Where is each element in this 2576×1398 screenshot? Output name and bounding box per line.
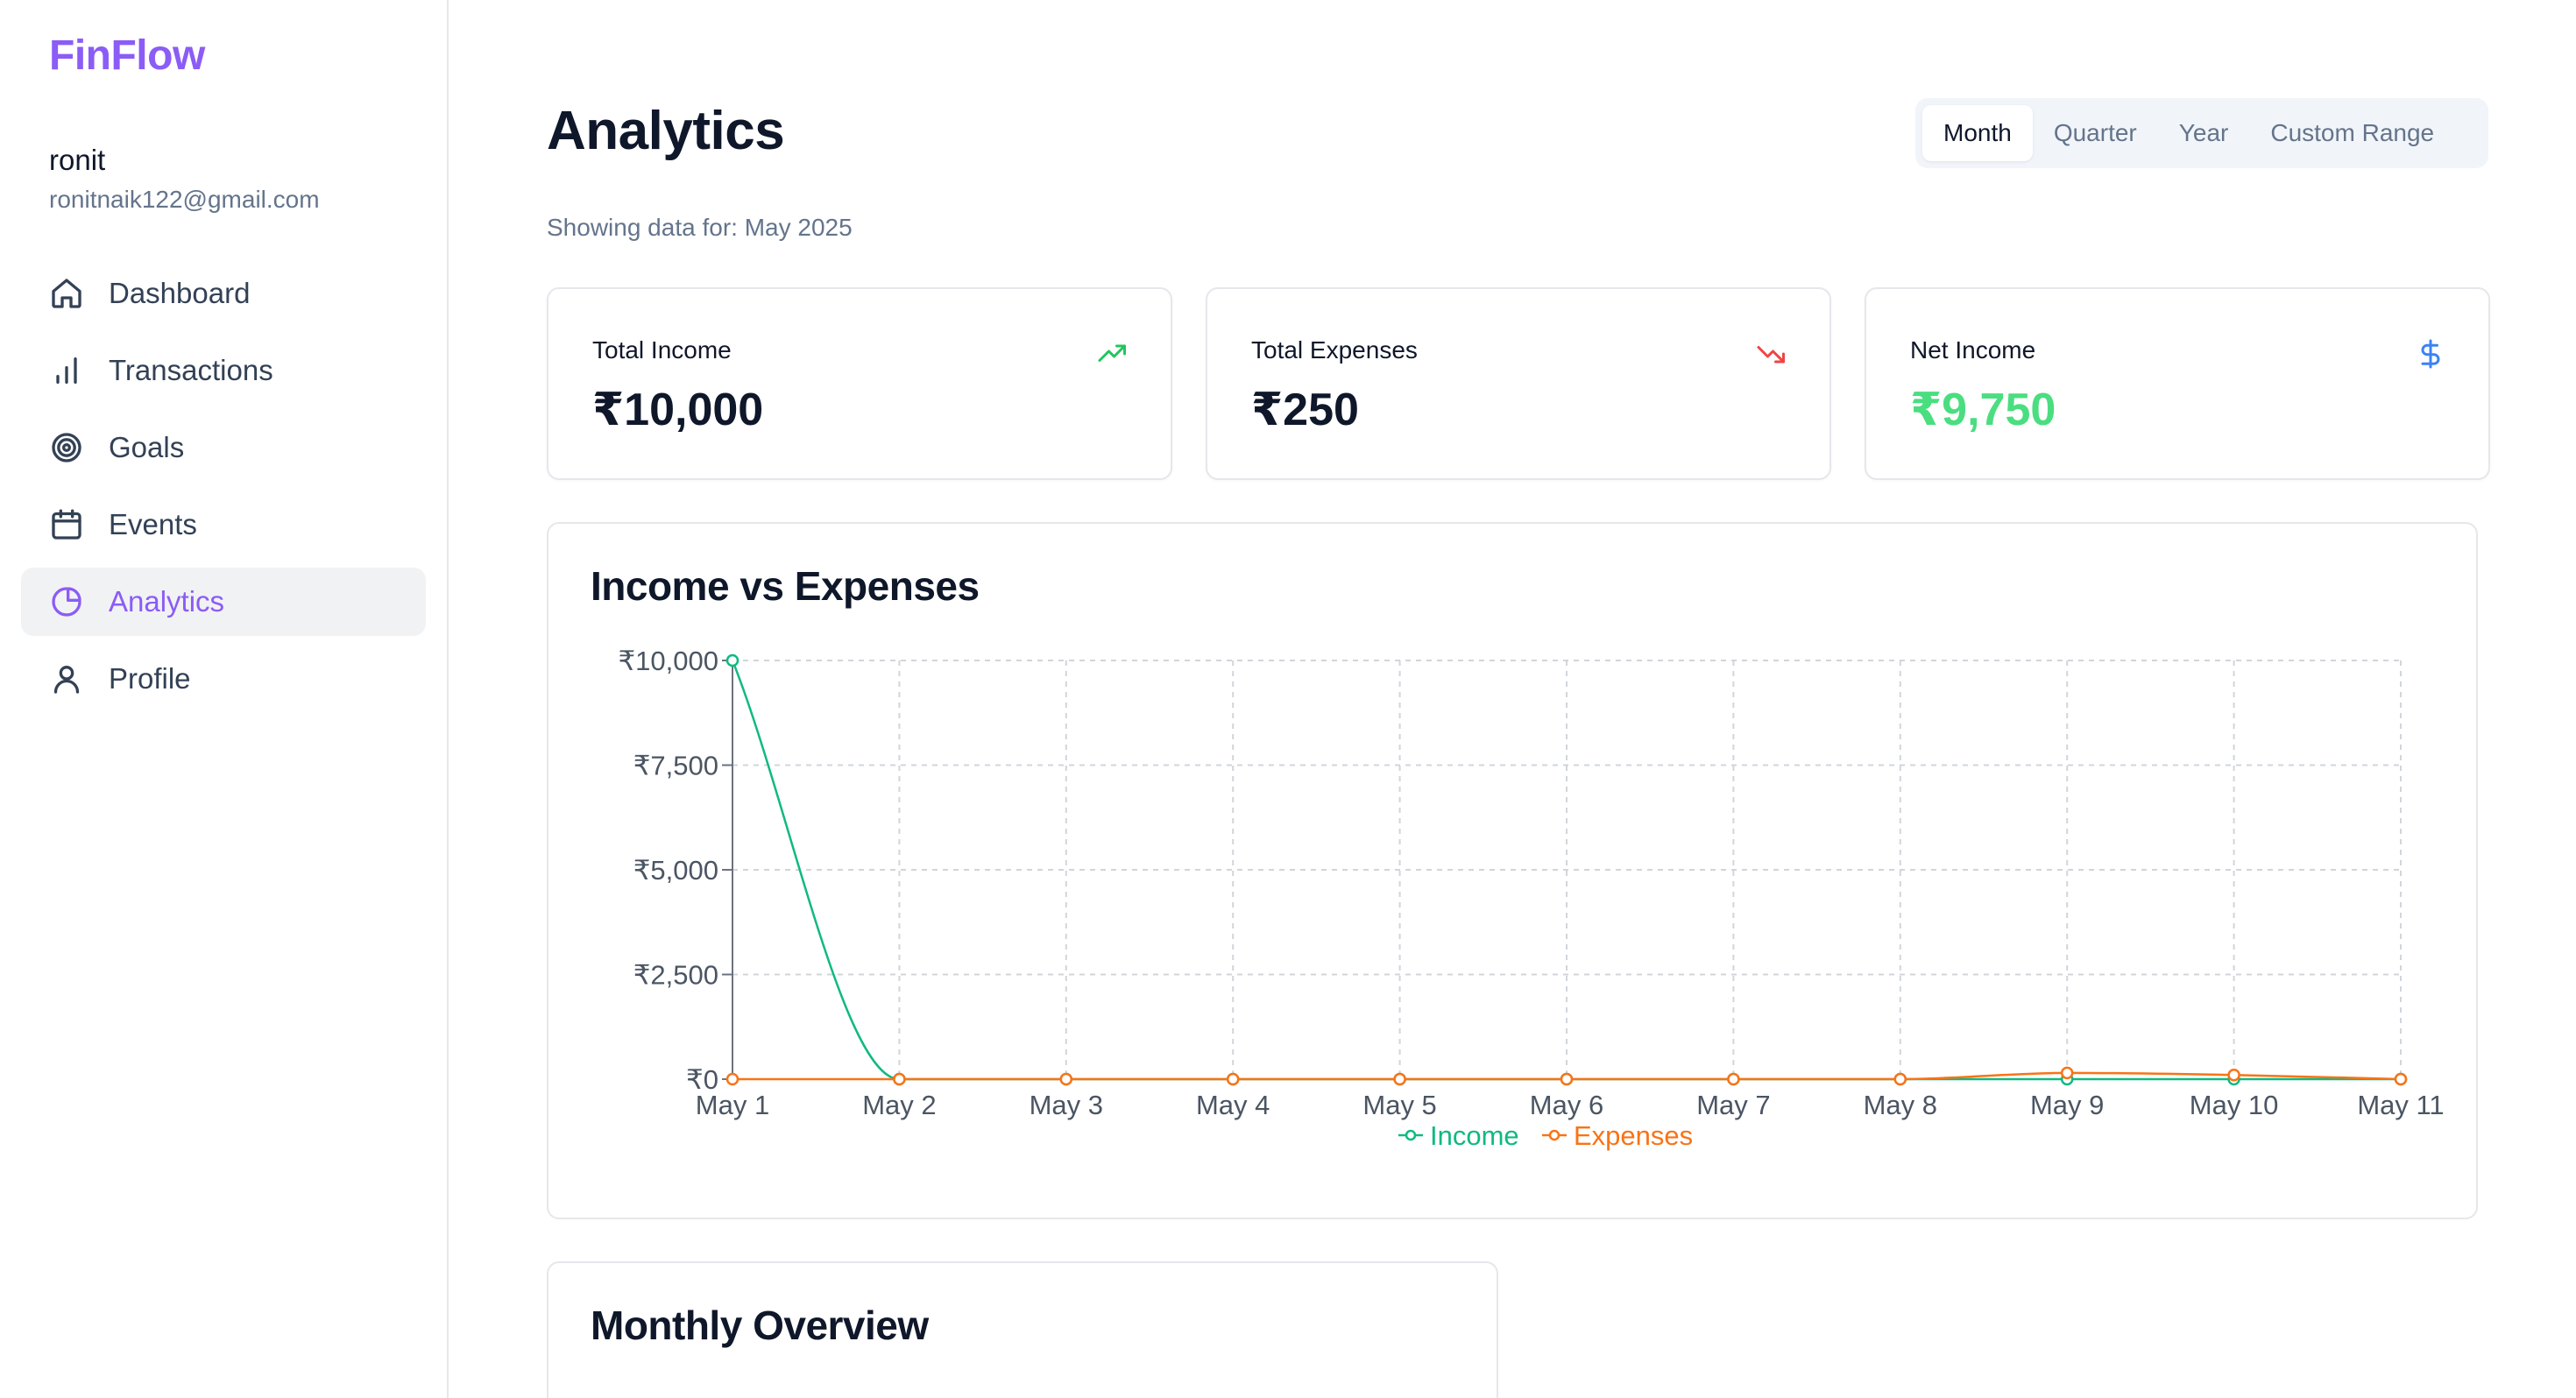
sidebar-item-transactions[interactable]: Transactions: [21, 336, 426, 405]
expenses-data-point: [725, 1072, 740, 1086]
stat-label: Net Income: [1910, 336, 2036, 364]
income-vs-expenses-card: Income vs Expenses ₹0 ₹2,500 ₹5,000 ₹7,500 ₹…: [547, 522, 2478, 1219]
user-email: ronitnaik122@gmail.com: [49, 186, 320, 213]
total-expenses-card: Total Expenses ₹250: [1206, 287, 1831, 480]
dollar-icon: [2415, 338, 2446, 370]
sidebar-item-dashboard[interactable]: Dashboard: [21, 259, 426, 328]
sidebar-item-label: Transactions: [109, 354, 273, 386]
income-legend-dot: [1405, 1129, 1417, 1141]
expenses-data-point: [2394, 1072, 2408, 1086]
stat-label: Total Expenses: [1251, 336, 1418, 364]
expenses-legend-label: Expenses: [1574, 1120, 1693, 1151]
home-icon: [49, 276, 84, 311]
expenses-data-point: [1393, 1072, 1406, 1086]
period-subtitle: Showing data for: May 2025: [547, 214, 853, 241]
x-tick-label: May 6: [1530, 1090, 1603, 1120]
x-tick-label: May 5: [1362, 1090, 1436, 1120]
sidebar-item-profile[interactable]: Profile: [21, 645, 426, 713]
x-tick-label: May 7: [1696, 1090, 1770, 1120]
sidebar-nav: Dashboard Transactions Goals Events Anal…: [21, 259, 426, 722]
tab-year[interactable]: Year: [2158, 105, 2250, 161]
calendar-icon: [49, 507, 84, 542]
sidebar: FinFlow ronit ronitnaik122@gmail.com Das…: [0, 0, 449, 1398]
tab-custom-range[interactable]: Custom Range: [2249, 105, 2455, 161]
stat-value: ₹10,000: [592, 385, 764, 435]
app-root: FinFlow ronit ronitnaik122@gmail.com Das…: [0, 0, 2576, 1398]
user-name: ronit: [49, 144, 106, 176]
stat-value: ₹250: [1251, 385, 1359, 435]
stat-label: Total Income: [592, 336, 732, 364]
y-tick-label: ₹10,000: [618, 646, 718, 676]
pie-chart-icon: [49, 584, 84, 619]
stat-value: ₹9,750: [1910, 385, 2056, 435]
tab-month[interactable]: Month: [1922, 105, 2033, 161]
y-tick-label: ₹2,500: [633, 960, 718, 991]
trending-down-icon: [1756, 338, 1787, 370]
target-icon: [49, 430, 84, 465]
main-content: Analytics Month Quarter Year Custom Rang…: [449, 0, 2576, 1398]
sidebar-item-analytics[interactable]: Analytics: [21, 568, 426, 636]
x-tick-label: May 9: [2030, 1090, 2104, 1120]
sidebar-item-events[interactable]: Events: [21, 491, 426, 559]
x-tick-label: May 8: [1864, 1090, 1937, 1120]
expenses-data-point: [2227, 1068, 2240, 1082]
net-income-card: Net Income ₹9,750: [1865, 287, 2490, 480]
expenses-data-point: [1059, 1072, 1073, 1086]
expenses-legend-dot: [1548, 1129, 1560, 1141]
brand-logo[interactable]: FinFlow: [49, 32, 205, 80]
total-income-card: Total Income ₹10,000: [547, 287, 1172, 480]
x-tick-label: May 3: [1030, 1090, 1103, 1120]
sidebar-item-label: Goals: [109, 431, 185, 463]
bar-chart-icon: [49, 353, 84, 388]
income-legend-label: Income: [1430, 1120, 1519, 1151]
income-data-point: [725, 653, 740, 667]
tab-quarter[interactable]: Quarter: [2033, 105, 2158, 161]
y-tick-label: ₹5,000: [633, 855, 718, 886]
sidebar-item-goals[interactable]: Goals: [21, 413, 426, 482]
sidebar-item-label: Events: [109, 508, 197, 540]
period-tabs: Month Quarter Year Custom Range: [1915, 98, 2488, 168]
monthly-overview-title: Monthly Overview: [591, 1303, 929, 1348]
monthly-overview-card: Monthly Overview: [547, 1261, 1498, 1398]
expenses-data-point: [893, 1072, 906, 1086]
page-title: Analytics: [547, 101, 785, 161]
income-vs-expenses-chart: ₹0₹2,500₹5,000₹7,500₹10,000May 1 May 2 May…: [618, 646, 2444, 1151]
sidebar-item-label: Profile: [109, 662, 191, 695]
expenses-data-point: [1893, 1072, 1907, 1086]
x-tick-label: May 11: [2357, 1090, 2444, 1120]
expenses-data-point: [1226, 1072, 1240, 1086]
trending-up-icon: [1097, 338, 1129, 370]
x-tick-label: May 4: [1196, 1090, 1270, 1120]
user-icon: [49, 661, 84, 696]
x-tick-label: May 10: [2190, 1090, 2279, 1120]
sidebar-item-label: Analytics: [109, 585, 225, 618]
x-tick-label: May 2: [862, 1090, 936, 1120]
sidebar-item-label: Dashboard: [109, 277, 251, 309]
expenses-data-point: [1560, 1072, 1574, 1086]
x-tick-label: May 1: [696, 1090, 769, 1120]
expenses-data-point: [1727, 1072, 1740, 1086]
expenses-data-point: [2060, 1066, 2074, 1080]
y-tick-label: ₹7,500: [633, 751, 718, 781]
